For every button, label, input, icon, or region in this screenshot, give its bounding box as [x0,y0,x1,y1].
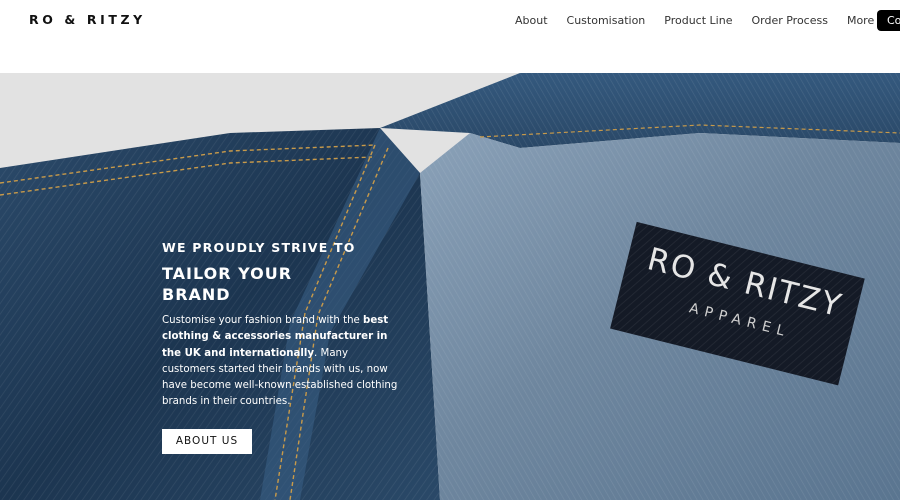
hero-content: WE PROUDLY STRIVE TO TAILOR YOUR BRAND C… [162,240,402,454]
brand-logo[interactable]: RO & RITZY [29,12,146,27]
nav-about[interactable]: About [515,14,548,27]
hero-desc-part1: Customise your fashion brand with the [162,315,364,326]
nav-order-process[interactable]: Order Process [751,14,827,27]
site-header: RO & RITZY About Customisation Product L… [0,0,900,73]
main-nav: About Customisation Product Line Order P… [515,14,893,27]
nav-more[interactable]: More [847,14,874,27]
denim-jacket-image: RO & RITZY APPAREL [0,73,900,500]
nav-product-line[interactable]: Product Line [664,14,732,27]
hero-banner: RO & RITZY APPAREL WE PROUDLY STRIVE TO … [0,73,900,500]
hero-headline: TAILOR YOUR BRAND [162,264,293,304]
about-us-button[interactable]: ABOUT US [162,429,252,454]
hero-kicker: WE PROUDLY STRIVE TO [162,240,356,255]
nav-customisation[interactable]: Customisation [567,14,646,27]
hero-description: Customise your fashion brand with the be… [162,313,398,411]
contact-button[interactable]: Co [877,10,900,31]
